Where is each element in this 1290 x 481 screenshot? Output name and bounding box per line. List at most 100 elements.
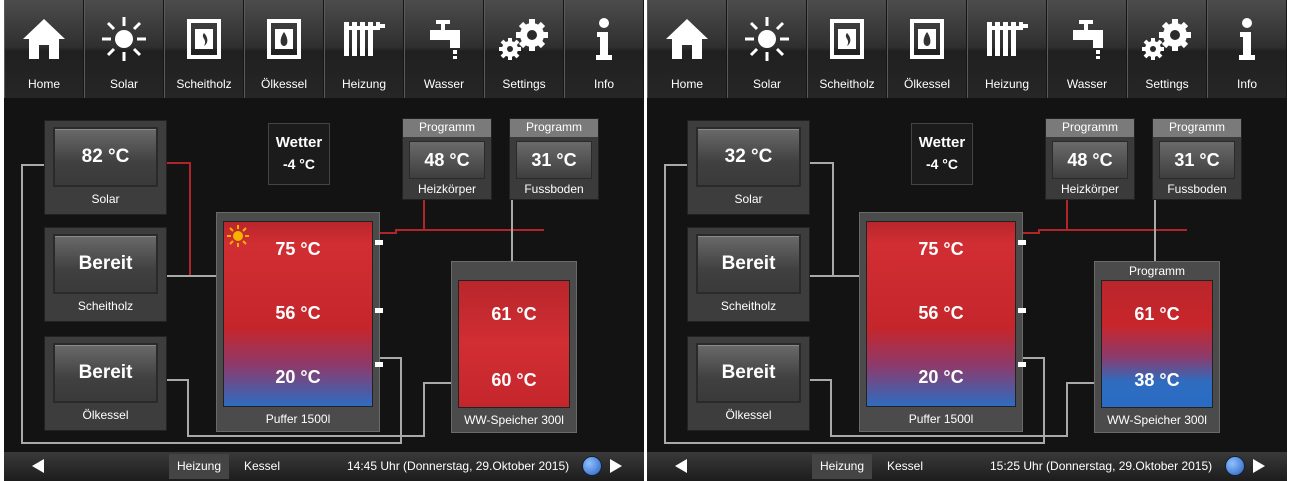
- oelkessel-tile[interactable]: Bereit Ölkessel: [687, 336, 810, 431]
- nav-settings[interactable]: Settings: [1127, 0, 1207, 98]
- sun-icon: [85, 14, 163, 64]
- weather-box[interactable]: Wetter -4 °C: [268, 123, 330, 185]
- solar-tile[interactable]: 82 °C Solar: [44, 120, 167, 215]
- gears-icon: [485, 14, 563, 64]
- globe-icon[interactable]: [582, 456, 602, 476]
- oelkessel-status: Bereit: [53, 343, 158, 403]
- ww-speicher-tank[interactable]: Programm 61 °C 38 °C WW-Speicher 300l: [1094, 261, 1220, 433]
- fussboden-label: Fussboden: [524, 182, 584, 196]
- weather-title: Wetter: [275, 134, 323, 151]
- nav-label: Scheitholz: [176, 77, 232, 91]
- ww-bottom-temperature: 38 °C: [1134, 370, 1180, 390]
- nav-label: Scheitholz: [819, 77, 875, 91]
- wood-stove-icon: [808, 14, 886, 64]
- radiator-icon: [968, 14, 1046, 64]
- puffer-label: Puffer 1500l: [265, 412, 331, 426]
- top-nav-bar: Home Solar Scheitholz Ölkessel Heizung W…: [647, 0, 1287, 98]
- tab-kessel[interactable]: Kessel: [879, 454, 931, 479]
- nav-oelkessel[interactable]: Ölkessel: [887, 0, 967, 98]
- nav-scheitholz[interactable]: Scheitholz: [164, 0, 244, 98]
- nav-settings[interactable]: Settings: [484, 0, 564, 98]
- puffer-tank[interactable]: 75 °C 56 °C 20 °C Puffer 1500l: [216, 212, 383, 432]
- nav-label: Info: [593, 77, 614, 91]
- solar-label: Solar: [91, 192, 120, 206]
- nav-label: Heizung: [341, 77, 387, 91]
- sensor-marker: [1018, 240, 1026, 245]
- nav-wasser[interactable]: Wasser: [1047, 0, 1127, 98]
- oil-boiler-icon: [888, 14, 966, 64]
- date-time-status: 15:25 Uhr (Donnerstag, 29.Oktober 2015): [990, 459, 1213, 473]
- nav-home[interactable]: Home: [647, 0, 727, 98]
- tab-heizung[interactable]: Heizung: [812, 454, 873, 479]
- heizkoerper-temperature: 48 °C: [409, 141, 485, 179]
- globe-icon[interactable]: [1225, 456, 1245, 476]
- solar-tile[interactable]: 32 °C Solar: [687, 120, 810, 215]
- heating-panel-right: Home Solar Scheitholz Ölkessel Heizung W…: [647, 0, 1287, 481]
- sun-icon: [728, 14, 806, 64]
- solar-label: Solar: [734, 192, 763, 206]
- tab-kessel[interactable]: Kessel: [236, 454, 288, 479]
- fussboden-box[interactable]: Programm 31 °C Fussboden: [509, 118, 599, 200]
- sensor-marker: [1018, 362, 1026, 367]
- nav-info[interactable]: Info: [1207, 0, 1287, 98]
- nav-label: Info: [1236, 77, 1257, 91]
- nav-heizung[interactable]: Heizung: [967, 0, 1047, 98]
- forward-arrow-icon[interactable]: [1251, 458, 1271, 474]
- ww-label: WW-Speicher 300l: [464, 413, 564, 427]
- nav-oelkessel[interactable]: Ölkessel: [244, 0, 324, 98]
- heizkoerper-label: Heizkörper: [1060, 182, 1120, 196]
- ww-top-temperature: 61 °C: [1134, 304, 1180, 324]
- nav-heizung[interactable]: Heizung: [324, 0, 404, 98]
- puffer-tank[interactable]: 75 °C 56 °C 20 °C Puffer 1500l: [859, 212, 1026, 432]
- scheitholz-status: Bereit: [696, 234, 801, 294]
- heizkoerper-program-label: Programm: [1046, 119, 1134, 137]
- ww-program-label: Programm: [1128, 264, 1185, 278]
- sensor-marker: [375, 240, 383, 245]
- weather-temperature: -4 °C: [282, 156, 316, 172]
- nav-label: Settings: [1145, 77, 1189, 91]
- system-diagram: 82 °C Solar Bereit Scheitholz Bereit Ölk…: [4, 98, 644, 452]
- tab-heizung[interactable]: Heizung: [169, 454, 230, 479]
- heizkoerper-program-label: Programm: [403, 119, 491, 137]
- nav-home[interactable]: Home: [4, 0, 84, 98]
- heizkoerper-box[interactable]: Programm 48 °C Heizkörper: [1045, 118, 1135, 200]
- nav-label: Ölkessel: [260, 77, 307, 91]
- home-icon: [648, 14, 726, 64]
- heating-panel-left: Home Solar Scheitholz Ölkessel Heizung W…: [4, 0, 644, 481]
- scheitholz-tile[interactable]: Bereit Scheitholz: [44, 227, 167, 322]
- nav-solar[interactable]: Solar: [727, 0, 807, 98]
- puffer-bottom-temperature: 20 °C: [275, 367, 321, 387]
- nav-scheitholz[interactable]: Scheitholz: [807, 0, 887, 98]
- fussboden-box[interactable]: Programm 31 °C Fussboden: [1152, 118, 1242, 200]
- puffer-top-temperature: 75 °C: [918, 239, 964, 259]
- home-icon: [5, 14, 83, 64]
- fussboden-program-label: Programm: [510, 119, 598, 137]
- forward-arrow-icon[interactable]: [608, 458, 628, 474]
- ww-speicher-tank[interactable]: 61 °C 60 °C WW-Speicher 300l: [451, 261, 577, 433]
- puffer-label: Puffer 1500l: [908, 412, 974, 426]
- solar-temperature: 82 °C: [53, 127, 158, 187]
- nav-solar[interactable]: Solar: [84, 0, 164, 98]
- weather-temperature: -4 °C: [925, 156, 959, 172]
- puffer-middle-temperature: 56 °C: [918, 303, 964, 323]
- info-icon: [1208, 14, 1286, 64]
- oelkessel-tile[interactable]: Bereit Ölkessel: [44, 336, 167, 431]
- fussboden-program-label: Programm: [1153, 119, 1241, 137]
- bottom-bar: Heizung Kessel 14:45 Uhr (Donnerstag, 29…: [4, 452, 644, 481]
- nav-label: Home: [27, 77, 60, 91]
- bottom-bar: Heizung Kessel 15:25 Uhr (Donnerstag, 29…: [647, 452, 1287, 481]
- scheitholz-status: Bereit: [53, 234, 158, 294]
- weather-box[interactable]: Wetter -4 °C: [911, 123, 973, 185]
- ww-label: WW-Speicher 300l: [1107, 413, 1207, 427]
- nav-label: Heizung: [984, 77, 1030, 91]
- ww-top-temperature: 61 °C: [491, 304, 537, 324]
- faucet-icon: [405, 14, 483, 64]
- back-arrow-icon[interactable]: [673, 458, 693, 474]
- faucet-icon: [1048, 14, 1126, 64]
- nav-wasser[interactable]: Wasser: [404, 0, 484, 98]
- heizkoerper-box[interactable]: Programm 48 °C Heizkörper: [402, 118, 492, 200]
- radiator-icon: [325, 14, 403, 64]
- nav-info[interactable]: Info: [564, 0, 644, 98]
- scheitholz-tile[interactable]: Bereit Scheitholz: [687, 227, 810, 322]
- back-arrow-icon[interactable]: [30, 458, 50, 474]
